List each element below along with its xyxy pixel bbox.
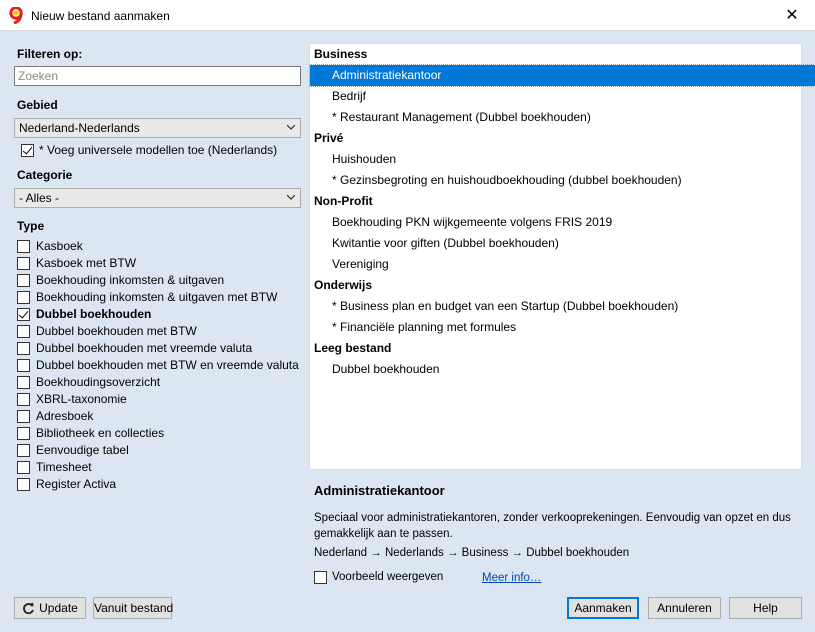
type-checkbox[interactable] xyxy=(17,478,30,491)
type-item-label: XBRL-taxonomie xyxy=(36,392,127,406)
category-select-value: - Alles - xyxy=(19,191,60,205)
template-item[interactable]: * Restaurant Management (Dubbel boekhoud… xyxy=(310,107,815,128)
refresh-icon xyxy=(23,603,35,615)
type-checkbox[interactable] xyxy=(17,376,30,389)
app-logo-icon xyxy=(8,6,24,25)
template-item[interactable]: Administratiekantoor xyxy=(309,64,815,87)
type-item-label: Adresboek xyxy=(36,409,94,423)
details-description: Speciaal voor administratiekantoren, zon… xyxy=(314,512,791,540)
type-item-label: Dubbel boekhouden met BTW en vreemde val… xyxy=(36,358,299,372)
type-item-label: Boekhouding inkomsten & uitgaven met BTW xyxy=(36,290,278,304)
type-checkbox[interactable] xyxy=(17,291,30,304)
type-item-label: Register Activa xyxy=(36,477,117,491)
type-item-label: Boekhoudingsoverzicht xyxy=(36,375,161,389)
preview-checkbox[interactable] xyxy=(314,571,327,584)
type-checkbox[interactable] xyxy=(17,393,30,406)
template-item[interactable]: * Gezinsbegroting en huishoudboekhouding… xyxy=(310,170,815,191)
type-item-label: Kasboek met BTW xyxy=(36,256,137,270)
template-item[interactable]: Bedrijf xyxy=(310,86,815,107)
type-checkbox[interactable] xyxy=(17,410,30,423)
from-file-button[interactable]: Vanuit bestand xyxy=(93,597,173,619)
type-checkbox[interactable] xyxy=(17,240,30,253)
update-button[interactable]: Update xyxy=(14,597,86,619)
close-icon[interactable]: ✕ xyxy=(769,0,815,31)
preview-label: Voorbeeld weergeven xyxy=(332,571,444,583)
type-checkbox[interactable] xyxy=(17,325,30,338)
area-label: Gebied xyxy=(17,98,58,112)
template-list[interactable]: Business Administratiekantoor Bedrijf * … xyxy=(309,43,815,470)
type-item-label: Bibliotheek en collecties xyxy=(36,426,165,440)
type-checkbox[interactable] xyxy=(17,342,30,355)
type-checkbox[interactable] xyxy=(17,427,30,440)
template-group-header: Business xyxy=(314,47,368,61)
template-group-header: Onderwijs xyxy=(314,278,373,292)
type-checkbox[interactable] xyxy=(17,461,30,474)
type-checkbox[interactable] xyxy=(17,359,30,372)
type-item-label: Eenvoudige tabel xyxy=(36,443,129,457)
type-item-label: Timesheet xyxy=(36,460,92,474)
template-item[interactable]: Kwitantie voor giften (Dubbel boekhouden… xyxy=(310,233,815,254)
type-item-label: Dubbel boekhouden met BTW xyxy=(36,324,197,338)
type-item-label: Kasboek xyxy=(36,239,83,253)
category-label: Categorie xyxy=(17,168,73,182)
template-item[interactable]: Boekhouding PKN wijkgemeente volgens FRI… xyxy=(310,212,815,233)
template-group-header: Leeg bestand xyxy=(314,341,392,355)
template-group-header: Privé xyxy=(314,131,344,145)
type-checkbox[interactable] xyxy=(17,257,30,270)
update-button-label: Update xyxy=(39,601,78,615)
category-select[interactable]: - Alles - xyxy=(14,188,301,208)
details-path: Nederland → Nederlands → Business → Dubb… xyxy=(314,547,630,559)
template-item[interactable]: Huishouden xyxy=(310,149,815,170)
more-info-link[interactable]: Meer info… xyxy=(482,572,541,584)
cancel-button[interactable]: Annuleren xyxy=(648,597,721,619)
help-button[interactable]: Help xyxy=(729,597,802,619)
template-item[interactable]: * Business plan en budget van een Startu… xyxy=(310,296,815,317)
type-item-label: Boekhouding inkomsten & uitgaven xyxy=(36,273,225,287)
filter-label: Filteren op: xyxy=(17,47,83,61)
details-title: Administratiekantoor xyxy=(314,483,445,498)
universal-models-label: * Voeg universele modellen toe (Nederlan… xyxy=(39,143,278,157)
type-checkbox[interactable] xyxy=(17,274,30,287)
type-checkbox[interactable] xyxy=(17,308,30,321)
universal-models-checkbox[interactable] xyxy=(21,144,34,157)
search-input[interactable] xyxy=(14,66,301,86)
type-item-label: Dubbel boekhouden xyxy=(36,307,152,321)
template-item[interactable]: Dubbel boekhouden xyxy=(310,359,815,380)
type-label: Type xyxy=(17,219,45,233)
area-select[interactable]: Nederland-Nederlands xyxy=(14,118,301,138)
area-select-value: Nederland-Nederlands xyxy=(19,121,140,135)
chevron-down-icon xyxy=(287,124,295,130)
chevron-down-icon xyxy=(287,194,295,200)
create-button[interactable]: Aanmaken xyxy=(567,597,639,619)
title-bar: Nieuw bestand aanmaken ✕ xyxy=(0,0,815,31)
type-item-label: Dubbel boekhouden met vreemde valuta xyxy=(36,341,253,355)
template-item[interactable]: * Financiële planning met formules xyxy=(310,317,815,338)
type-checkbox[interactable] xyxy=(17,444,30,457)
template-group-header: Non-Profit xyxy=(314,194,373,208)
template-item[interactable]: Vereniging xyxy=(310,254,815,275)
window-title: Nieuw bestand aanmaken xyxy=(31,9,170,23)
